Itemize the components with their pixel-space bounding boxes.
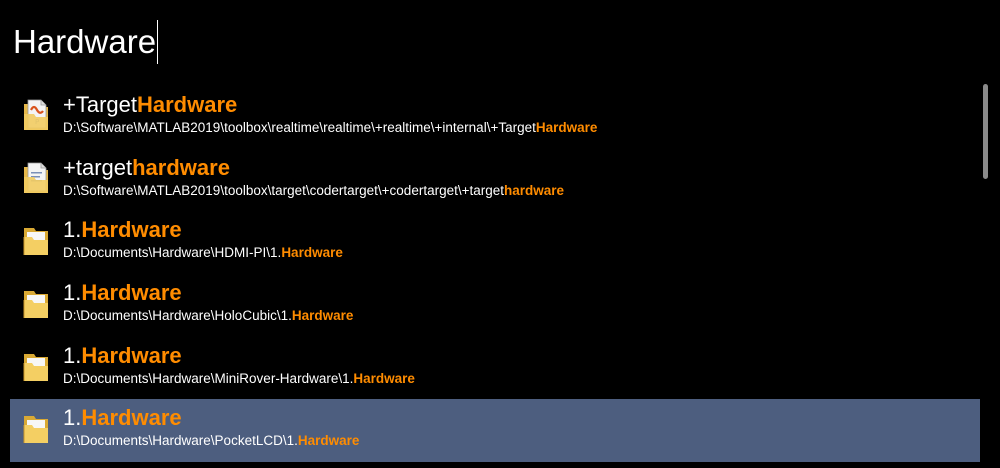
title-match: Hardware — [81, 342, 182, 368]
result-title: 1.Hardware — [63, 404, 972, 432]
title-prefix: 1. — [63, 342, 82, 368]
result-path: D:\Documents\Hardware\HoloCubic\1.Hardwa… — [63, 307, 972, 325]
search-bar: Hardware — [0, 0, 1000, 86]
path-prefix: D:\Software\MATLAB2019\toolbox\realtime\… — [63, 120, 536, 135]
path-match: Hardware — [281, 245, 343, 261]
result-path: D:\Software\MATLAB2019\toolbox\realtime\… — [63, 119, 972, 137]
path-prefix: D:\Documents\Hardware\MiniRover-Hardware… — [63, 370, 354, 386]
title-prefix: +target — [63, 154, 133, 180]
result-title: 1.Hardware — [63, 342, 972, 370]
title-prefix: +Target — [63, 92, 137, 117]
title-match: Hardware — [137, 92, 238, 117]
path-match: Hardware — [535, 120, 598, 135]
scrollbar-thumb[interactable] — [983, 84, 988, 179]
path-match: Hardware — [297, 433, 360, 449]
result-item[interactable]: P +TargetHardware D:\Software\MATLAB2019… — [10, 86, 980, 149]
path-match: Hardware — [291, 308, 354, 324]
title-match: Hardware — [81, 217, 182, 243]
title-prefix: 1. — [63, 405, 82, 431]
path-match: Hardware — [353, 370, 415, 386]
title-match: Hardware — [81, 280, 182, 306]
folder-icon — [22, 286, 50, 320]
result-item-selected[interactable]: 1.Hardware D:\Documents\Hardware\PocketL… — [10, 399, 980, 463]
result-title: 1.Hardware — [63, 279, 972, 307]
search-input[interactable]: Hardware — [13, 18, 159, 66]
folder-icon — [22, 223, 50, 257]
matlab-file-icon: P — [22, 98, 50, 132]
path-prefix: D:\Software\MATLAB2019\toolbox\target\co… — [63, 182, 504, 198]
path-prefix: D:\Documents\Hardware\HoloCubic\1. — [63, 308, 292, 324]
result-title: 1.Hardware — [63, 216, 972, 244]
launcher-window: Hardware P +TargetHardware D:\Software\M… — [0, 0, 1000, 468]
path-prefix: D:\Documents\Hardware\PocketLCD\1. — [63, 433, 298, 449]
result-path: D:\Documents\Hardware\MiniRover-Hardware… — [63, 370, 972, 388]
title-prefix: 1. — [63, 280, 82, 306]
result-item[interactable]: +targethardware D:\Software\MATLAB2019\t… — [10, 149, 980, 212]
result-title: +targethardware — [63, 154, 972, 182]
result-item[interactable]: 1.Hardware D:\Documents\Hardware\HDMI-PI… — [10, 211, 980, 274]
text-caret — [157, 20, 159, 64]
path-match: hardware — [504, 182, 565, 198]
title-match: hardware — [132, 154, 230, 180]
result-path: D:\Software\MATLAB2019\toolbox\target\co… — [63, 182, 972, 200]
results-list: P +TargetHardware D:\Software\MATLAB2019… — [10, 86, 980, 468]
result-title: +TargetHardware — [63, 91, 972, 119]
result-item[interactable]: 1.Hardware D:\Documents\Hardware\HoloCub… — [10, 274, 980, 337]
path-prefix: D:\Documents\Hardware\HDMI-PI\1. — [63, 245, 282, 261]
folder-icon — [22, 349, 50, 383]
result-path: D:\Documents\Hardware\PocketLCD\1.Hardwa… — [63, 432, 972, 450]
title-prefix: 1. — [63, 217, 82, 243]
search-query-text: Hardware — [13, 23, 157, 60]
result-item[interactable]: 1.Hardware D:\Documents\Hardware\MiniRov… — [10, 337, 980, 400]
folder-icon — [22, 411, 50, 445]
result-path: D:\Documents\Hardware\HDMI-PI\1.Hardware — [63, 244, 972, 262]
title-match: Hardware — [81, 405, 182, 431]
matlab-file-icon — [22, 161, 50, 195]
